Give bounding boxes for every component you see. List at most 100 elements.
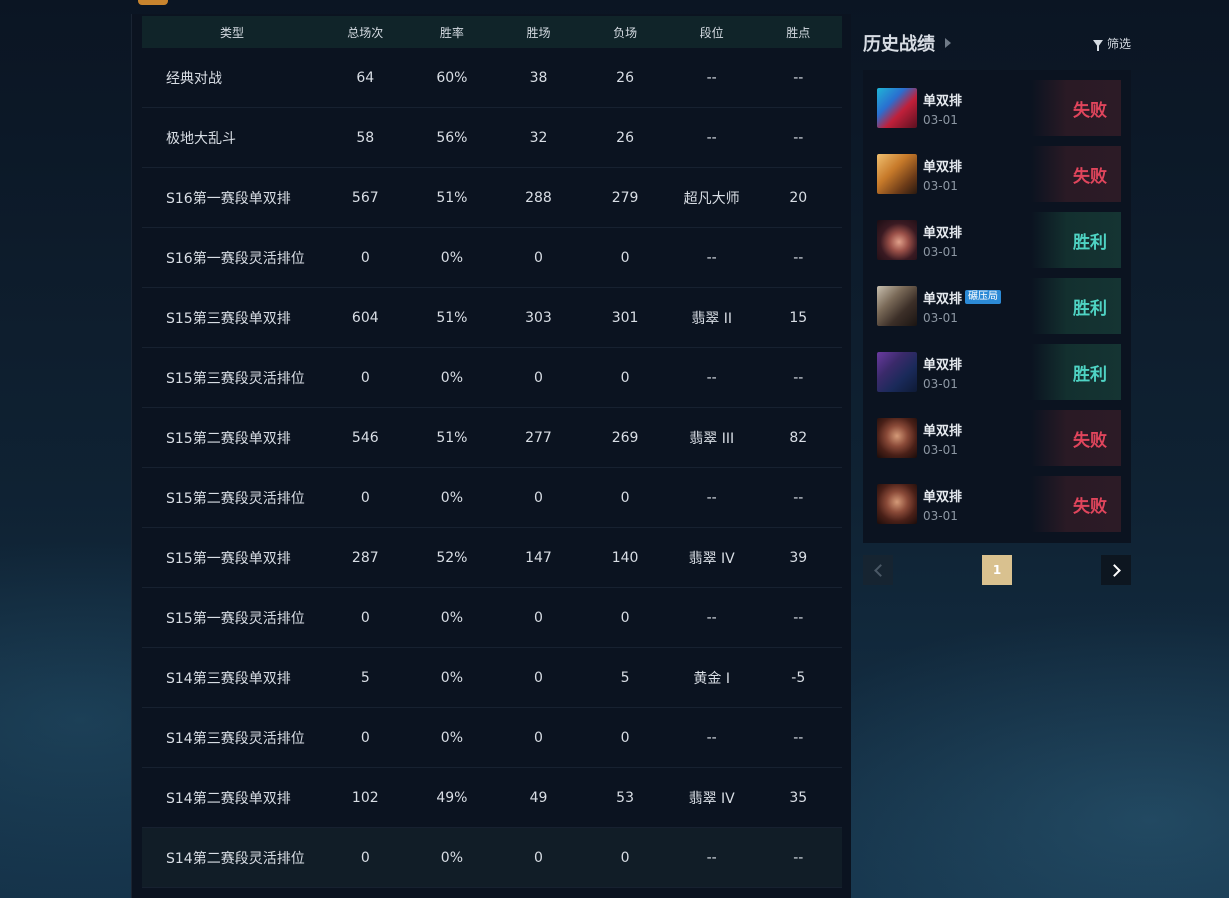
match-badge: 碾压局: [965, 290, 1002, 304]
cell-winrate: 51%: [436, 309, 468, 326]
match-item[interactable]: 单双排 03-01 失败: [871, 410, 1121, 466]
caret-right-icon[interactable]: [945, 38, 951, 48]
cell-rank: --: [706, 129, 717, 146]
table-row[interactable]: S15第一赛段灵活排位 0 0% 0 0 -- --: [142, 588, 842, 648]
cell-losses: 0: [620, 249, 630, 266]
next-page-button[interactable]: [1101, 555, 1131, 585]
match-item[interactable]: 单双排 03-01 失败: [871, 476, 1121, 532]
table-row[interactable]: S14第三赛段灵活排位 0 0% 0 0 -- --: [142, 708, 842, 768]
cell-total: 604: [351, 309, 379, 326]
match-history-header: 历史战绩 筛选: [863, 28, 1131, 58]
table-row[interactable]: S16第一赛段单双排 567 51% 288 279 超凡大师 20: [142, 168, 842, 228]
cell-total: 102: [351, 789, 379, 806]
match-mode: 单双排: [923, 423, 963, 439]
table-row[interactable]: S15第二赛段灵活排位 0 0% 0 0 -- --: [142, 468, 842, 528]
cell-lp: --: [793, 489, 804, 506]
cell-type: S15第二赛段单双排: [166, 430, 291, 447]
champion-portrait-red-blue-icon: [877, 88, 917, 128]
table-row[interactable]: S15第三赛段灵活排位 0 0% 0 0 -- --: [142, 348, 842, 408]
cell-rank: --: [706, 729, 717, 746]
cell-type: S16第一赛段单双排: [166, 190, 291, 207]
match-mode-line: 单双排 碾压局: [923, 288, 1033, 307]
cell-lp: --: [793, 129, 804, 146]
chevron-left-icon: [873, 563, 887, 577]
cell-lp: 20: [789, 189, 808, 206]
season-stats-table: 类型 总场次 胜率 胜场 负场 段位 胜点 经典对战 64 60% 38 26 -- -- 极…: [142, 16, 842, 888]
champion-portrait-orange-beast-icon: [877, 154, 917, 194]
cell-rank: --: [706, 69, 717, 86]
match-info: 单双排 03-01: [923, 354, 1033, 391]
match-item[interactable]: 单双排 03-01 胜利: [871, 344, 1121, 400]
cell-losses: 5: [620, 669, 630, 686]
match-history-title[interactable]: 历史战绩: [863, 30, 935, 56]
cell-total: 0: [360, 609, 370, 626]
cell-winrate: 0%: [440, 729, 463, 746]
match-result: 失败: [1031, 80, 1121, 136]
table-row[interactable]: S15第三赛段单双排 604 51% 303 301 翡翠 II 15: [142, 288, 842, 348]
column-header-rank: 段位: [699, 25, 724, 40]
cell-wins: 0: [534, 729, 543, 746]
champion-portrait-purple-swordsman-icon: [877, 352, 917, 392]
filter-funnel-icon: [1092, 39, 1103, 51]
table-row[interactable]: S14第二赛段单双排 102 49% 49 53 翡翠 IV 35: [142, 768, 842, 828]
cell-losses: 0: [620, 849, 630, 866]
prev-page-button[interactable]: [863, 555, 893, 585]
cell-losses: 0: [620, 609, 630, 626]
match-info: 单双排 03-01: [923, 156, 1033, 193]
table-row[interactable]: S14第二赛段灵活排位 0 0% 0 0 -- --: [142, 828, 842, 888]
column-header-lp: 胜点: [786, 25, 811, 40]
match-item[interactable]: 单双排 03-01 失败: [871, 146, 1121, 202]
match-info: 单双排 03-01: [923, 222, 1033, 259]
table-row[interactable]: S16第一赛段灵活排位 0 0% 0 0 -- --: [142, 228, 842, 288]
match-item[interactable]: 单双排 03-01 胜利: [871, 212, 1121, 268]
column-header-wins: 胜场: [526, 25, 551, 40]
table-row[interactable]: 极地大乱斗 58 56% 32 26 -- --: [142, 108, 842, 168]
cell-total: 546: [351, 429, 379, 446]
match-mode-line: 单双排: [923, 156, 1033, 175]
cell-total: 64: [356, 69, 375, 86]
cell-total: 0: [360, 369, 370, 386]
match-result: 失败: [1031, 476, 1121, 532]
cell-winrate: 51%: [436, 429, 468, 446]
match-info: 单双排 03-01: [923, 420, 1033, 457]
table-row[interactable]: S14第三赛段单双排 5 0% 0 5 黄金 I -5: [142, 648, 842, 708]
champion-portrait-bearded-warrior-icon: [877, 418, 917, 458]
cell-lp: -5: [791, 669, 806, 686]
cell-rank: --: [706, 249, 717, 266]
cell-winrate: 56%: [436, 129, 468, 146]
cell-lp: --: [793, 369, 804, 386]
table-row[interactable]: 经典对战 64 60% 38 26 -- --: [142, 48, 842, 108]
cell-losses: 0: [620, 369, 630, 386]
cell-total: 0: [360, 849, 370, 866]
match-result: 胜利: [1031, 212, 1121, 268]
cell-wins: 277: [525, 429, 552, 446]
cell-lp: 15: [789, 309, 808, 326]
match-mode-line: 单双排: [923, 354, 1033, 373]
cell-winrate: 0%: [440, 249, 463, 266]
cell-winrate: 0%: [440, 369, 463, 386]
cell-losses: 0: [620, 489, 630, 506]
cell-total: 287: [351, 549, 379, 566]
match-item[interactable]: 单双排 碾压局 03-01 胜利: [871, 278, 1121, 334]
match-item[interactable]: 单双排 03-01 失败: [871, 80, 1121, 136]
cell-rank: 翡翠 II: [691, 310, 733, 327]
table-row[interactable]: S15第二赛段单双排 546 51% 277 269 翡翠 III 82: [142, 408, 842, 468]
match-mode: 单双排: [923, 291, 963, 307]
match-mode: 单双排: [923, 93, 963, 109]
column-header-losses: 负场: [613, 25, 638, 40]
cell-wins: 0: [534, 369, 543, 386]
cell-type: 极地大乱斗: [166, 130, 236, 147]
page-number-current[interactable]: 1: [982, 555, 1012, 585]
cell-type: S15第一赛段单双排: [166, 550, 291, 567]
match-mode-line: 单双排: [923, 90, 1033, 109]
cell-losses: 53: [616, 789, 634, 806]
cell-losses: 301: [611, 309, 639, 326]
cell-type: 经典对战: [166, 70, 222, 87]
match-result: 胜利: [1031, 344, 1121, 400]
filter-button[interactable]: 筛选: [1092, 35, 1131, 52]
cell-lp: --: [793, 609, 804, 626]
match-info: 单双排 03-01: [923, 90, 1033, 127]
column-header-total: 总场次: [347, 25, 384, 40]
cell-total: 5: [360, 669, 370, 686]
table-row[interactable]: S15第一赛段单双排 287 52% 147 140 翡翠 IV 39: [142, 528, 842, 588]
